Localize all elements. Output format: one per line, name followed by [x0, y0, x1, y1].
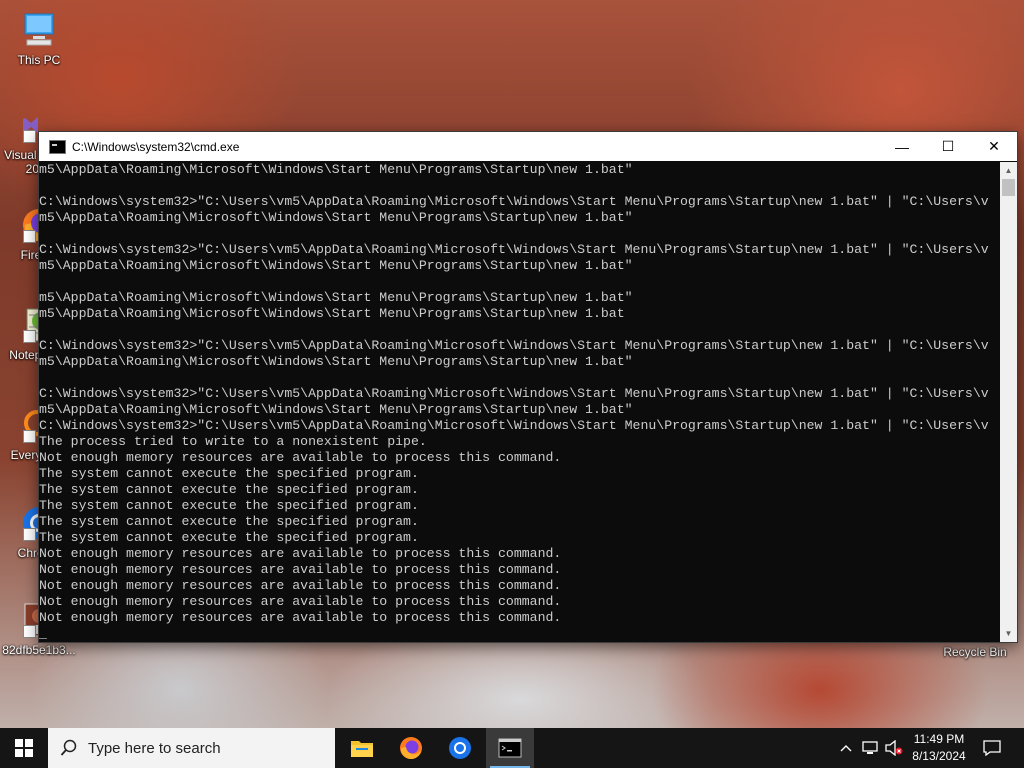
notepad-plus-plus-icon — [19, 305, 38, 345]
network-button[interactable] — [858, 728, 882, 768]
maximize-icon: ☐ — [941, 138, 955, 154]
desktop-icon-label: Visual Studio 2022 — [4, 148, 38, 176]
windows-logo-icon — [15, 739, 33, 757]
console-line: _ — [39, 626, 47, 641]
console-line: The system cannot execute the specified … — [39, 498, 419, 513]
this-pc-icon — [19, 10, 59, 50]
scrollbar-thumb[interactable] — [1002, 179, 1015, 196]
close-button[interactable]: ✕ — [971, 132, 1017, 161]
scroll-up-icon[interactable]: ▲ — [1000, 162, 1017, 179]
console-line: m5\AppData\Roaming\Microsoft\Windows\Sta… — [39, 210, 633, 225]
console-line: Not enough memory resources are availabl… — [39, 450, 562, 465]
console-line: Not enough memory resources are availabl… — [39, 578, 562, 593]
taskbar: Type here to search 11:49 PM 8/13/2024 — [0, 728, 1024, 768]
cmd-icon — [498, 738, 522, 758]
taskbar-clock[interactable]: 11:49 PM 8/13/2024 — [900, 731, 978, 765]
minimize-icon: — — [895, 138, 909, 155]
console-line: m5\AppData\Roaming\Microsoft\Windows\Sta… — [39, 402, 633, 417]
chrome-icon — [19, 503, 38, 543]
chevron-up-icon — [840, 745, 852, 752]
desktop-icon-label: Everything — [10, 448, 38, 462]
console-line: C:\Windows\system32>"C:\Users\vm5\AppDat… — [39, 242, 989, 257]
vertical-scrollbar[interactable]: ▲ ▼ — [1000, 162, 1017, 642]
console-line: m5\AppData\Roaming\Microsoft\Windows\Sta… — [39, 258, 633, 273]
firefox-icon — [400, 737, 422, 760]
show-hidden-icons-button[interactable] — [836, 728, 856, 768]
desktop-icon-visual-studio[interactable]: Visual Studio 2022 — [2, 105, 38, 176]
desktop-icon-label: Chrome — [17, 546, 38, 560]
minimize-button[interactable]: — — [879, 132, 925, 161]
close-icon: ✕ — [988, 138, 1000, 154]
desktop-icon-notepad-plus-plus[interactable]: Notepad++ — [2, 305, 38, 362]
desktop-icon-firefox[interactable]: Firefox — [2, 205, 38, 262]
console-line: Not enough memory resources are availabl… — [39, 610, 562, 625]
console-line: Not enough memory resources are availabl… — [39, 546, 562, 561]
console-line: The system cannot execute the specified … — [39, 482, 419, 497]
window-title: C:\Windows\system32\cmd.exe — [72, 139, 240, 154]
cmd-window-icon — [49, 139, 66, 154]
network-icon — [862, 741, 878, 754]
search-icon — [60, 739, 77, 756]
taskbar-firefox[interactable] — [387, 728, 435, 768]
console-line: The system cannot execute the specified … — [39, 466, 419, 481]
desktop-icon-label: Recycle Bin — [943, 645, 1007, 659]
desktop-icon-chrome[interactable]: Chrome — [2, 503, 38, 560]
chrome-icon — [449, 737, 471, 759]
clock-date: 8/13/2024 — [912, 749, 966, 763]
console-line: m5\AppData\Roaming\Microsoft\Windows\Sta… — [39, 306, 625, 321]
console-line: C:\Windows\system32>"C:\Users\vm5\AppDat… — [39, 338, 989, 353]
console-line: The system cannot execute the specified … — [39, 530, 419, 545]
desktop-icon-label: Firefox — [20, 248, 38, 262]
console-line: Not enough memory resources are availabl… — [39, 562, 562, 577]
search-placeholder: Type here to search — [88, 739, 221, 757]
action-center-button[interactable] — [978, 728, 1006, 768]
console-line: The system cannot execute the specified … — [39, 514, 419, 529]
console-line: The process tried to write to a nonexist… — [39, 434, 427, 449]
taskbar-search-box[interactable]: Type here to search — [48, 728, 335, 768]
desktop-icon-label: 82dfb5e1b3... — [2, 643, 76, 657]
desktop-icon-label: Notepad++ — [9, 348, 38, 362]
cmd-window[interactable]: C:\Windows\system32\cmd.exe — ☐ ✕ m5\App… — [38, 131, 1018, 643]
taskbar-chrome[interactable] — [436, 728, 484, 768]
desktop-icon-everything[interactable]: Everything — [2, 405, 38, 462]
start-button[interactable] — [0, 728, 48, 768]
console-line: Not enough memory resources are availabl… — [39, 594, 562, 609]
console-line: C:\Windows\system32>"C:\Users\vm5\AppDat… — [39, 194, 989, 209]
console-line: m5\AppData\Roaming\Microsoft\Windows\Sta… — [39, 162, 633, 177]
desktop-icon-label: This PC — [17, 53, 61, 67]
notification-icon — [983, 740, 1001, 756]
window-titlebar[interactable]: C:\Windows\system32\cmd.exe — ☐ ✕ — [39, 132, 1017, 161]
console-line: C:\Windows\system32>"C:\Users\vm5\AppDat… — [39, 386, 989, 401]
taskbar-cmd[interactable] — [486, 728, 534, 768]
console-line: m5\AppData\Roaming\Microsoft\Windows\Sta… — [39, 354, 633, 369]
everything-search-icon — [19, 405, 38, 445]
scroll-down-icon[interactable]: ▼ — [1000, 625, 1017, 642]
visual-studio-icon — [19, 105, 38, 145]
taskbar-file-explorer[interactable] — [338, 728, 386, 768]
maximize-button[interactable]: ☐ — [925, 132, 971, 161]
console-line: C:\Windows\system32>"C:\Users\vm5\AppDat… — [39, 418, 989, 433]
console-output[interactable]: m5\AppData\Roaming\Microsoft\Windows\Sta… — [39, 162, 999, 642]
file-explorer-icon — [351, 741, 373, 757]
clock-time: 11:49 PM — [913, 732, 965, 746]
firefox-icon — [19, 205, 38, 245]
console-line: m5\AppData\Roaming\Microsoft\Windows\Sta… — [39, 290, 633, 305]
desktop-icon-this-pc[interactable]: This PC — [2, 10, 76, 67]
